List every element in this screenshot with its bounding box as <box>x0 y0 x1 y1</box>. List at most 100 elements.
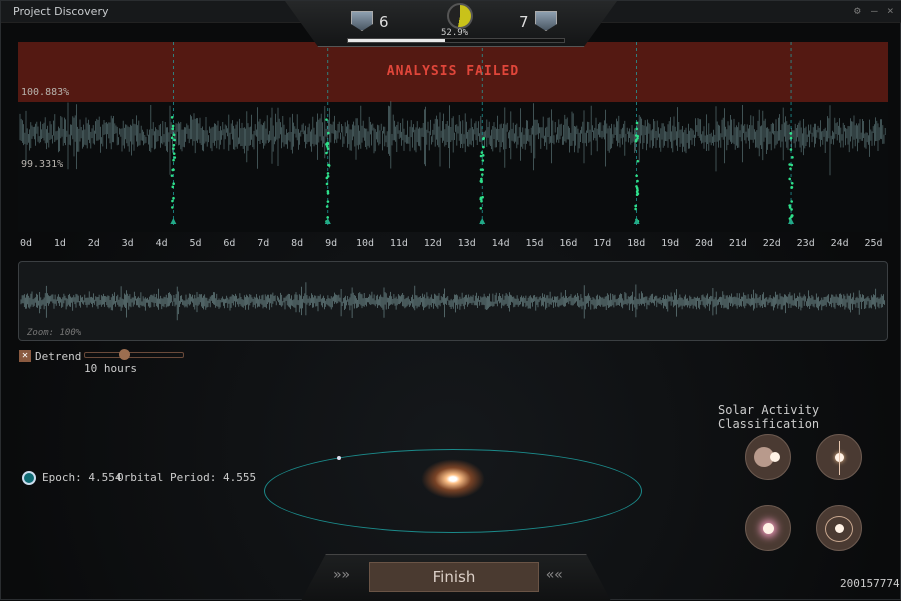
chevrons-right-icon: »» <box>333 567 350 583</box>
transit-point <box>172 152 176 155</box>
transit-point <box>171 199 174 203</box>
x-tick-label: 6d <box>223 238 236 249</box>
star-glow <box>421 459 485 499</box>
transit-point <box>788 204 791 207</box>
transit-point <box>171 124 175 128</box>
transit-point <box>172 147 175 150</box>
transit-point <box>172 143 176 147</box>
x-tick-label: 13d <box>457 238 476 249</box>
x-tick-label: 24d <box>830 238 849 249</box>
transit-point <box>790 200 793 203</box>
slider-knob[interactable] <box>119 349 131 360</box>
transit-point <box>326 200 330 203</box>
transit-point <box>173 156 177 159</box>
transit-point <box>789 136 793 140</box>
transit-point <box>479 206 483 210</box>
x-tick-label: 1d <box>53 238 66 249</box>
right-count: 7 <box>519 13 529 31</box>
x-tick-label: 4d <box>155 238 168 249</box>
transit-point <box>790 186 793 189</box>
overview-plot[interactable]: Zoom: 100% <box>18 261 888 341</box>
chevrons-left-icon: «« <box>546 567 563 583</box>
detrend-checkbox[interactable]: ✕ <box>19 350 31 362</box>
close-icon[interactable]: × <box>887 4 894 17</box>
x-tick-label: 19d <box>661 238 680 249</box>
y-upper-label: 100.883% <box>21 87 70 98</box>
transit-point <box>325 151 328 155</box>
magnetic-star-icon[interactable] <box>816 505 862 551</box>
transit-point <box>171 185 175 189</box>
overview-curve <box>20 282 885 321</box>
left-count: 6 <box>379 13 389 31</box>
transit-point <box>635 127 638 131</box>
transit-point <box>480 180 483 184</box>
transit-point <box>634 204 637 208</box>
accuracy-gauge <box>447 3 473 29</box>
transit-point <box>481 195 484 199</box>
x-tick-label: 16d <box>559 238 578 249</box>
x-tick-label: 15d <box>525 238 544 249</box>
detrend-label: Detrend <box>35 350 82 363</box>
transit-point <box>325 143 328 146</box>
lightcurve-plot[interactable]: ANALYSIS FAILED 100.883% 99.331% <box>18 42 888 232</box>
transit-marker-arrow <box>479 218 486 224</box>
transit-point <box>636 192 640 196</box>
transit-point <box>480 177 483 181</box>
settings-icon[interactable]: ⚙ <box>854 4 861 17</box>
transit-point <box>171 168 175 172</box>
detrend-value: 10 hours <box>84 362 137 375</box>
rank-shield-icon <box>535 11 557 31</box>
y-lower-label: 99.331% <box>21 159 64 170</box>
period-label: Orbital Period: 4.555 <box>117 471 257 484</box>
flux-samples <box>19 101 886 176</box>
transit-point <box>482 145 485 149</box>
score-hud: 6 52.9% 7 <box>285 1 617 47</box>
finish-button[interactable]: Finish <box>369 562 539 592</box>
x-tick-label: 22d <box>762 238 781 249</box>
transit-point <box>172 133 176 137</box>
x-tick-label: 25d <box>864 238 883 249</box>
zoom-label: Zoom: 100% <box>27 328 82 338</box>
x-tick-label: 5d <box>189 238 202 249</box>
orbit-color-swatch[interactable] <box>22 471 36 485</box>
transit-point <box>171 206 174 209</box>
transit-marker-arrow <box>170 218 177 224</box>
transit-point <box>171 127 175 131</box>
transit-point <box>481 159 485 162</box>
window: Project Discovery ⚙ – × ANALYSIS FAILED … <box>0 0 901 601</box>
transit-point <box>791 156 794 159</box>
planet-dot <box>337 456 341 460</box>
transit-point <box>634 207 637 211</box>
transit-point <box>636 159 640 163</box>
transit-point <box>170 174 174 177</box>
minimize-icon[interactable]: – <box>871 4 878 17</box>
transit-point <box>327 163 330 167</box>
x-tick-label: 3d <box>121 238 134 249</box>
transit-point <box>790 181 794 185</box>
x-tick-label: 11d <box>389 238 408 249</box>
transit-point <box>173 138 176 142</box>
x-tick-label: 23d <box>796 238 815 249</box>
pulsating-star-icon[interactable] <box>745 505 791 551</box>
x-tick-label: 14d <box>491 238 510 249</box>
transit-point <box>479 168 483 171</box>
transit-point <box>172 182 175 186</box>
binary-star-icon[interactable] <box>745 434 791 480</box>
x-tick-label: 10d <box>355 238 375 249</box>
transit-point <box>636 136 639 140</box>
detrend-slider[interactable] <box>84 349 184 360</box>
transit-point <box>789 167 792 170</box>
task-id: 200157774 <box>840 577 900 590</box>
transit-point <box>634 134 638 137</box>
transit-point <box>790 215 793 219</box>
transit-point <box>325 118 328 121</box>
transit-point <box>325 182 329 186</box>
progress-fill <box>348 39 446 42</box>
transit-point <box>170 136 174 140</box>
transit-point <box>172 158 175 162</box>
transit-point <box>480 173 484 176</box>
transit-point <box>635 174 638 178</box>
flare-star-icon[interactable] <box>816 434 862 480</box>
transit-point <box>170 116 174 119</box>
epoch-label: Epoch: 4.554 <box>42 471 122 484</box>
